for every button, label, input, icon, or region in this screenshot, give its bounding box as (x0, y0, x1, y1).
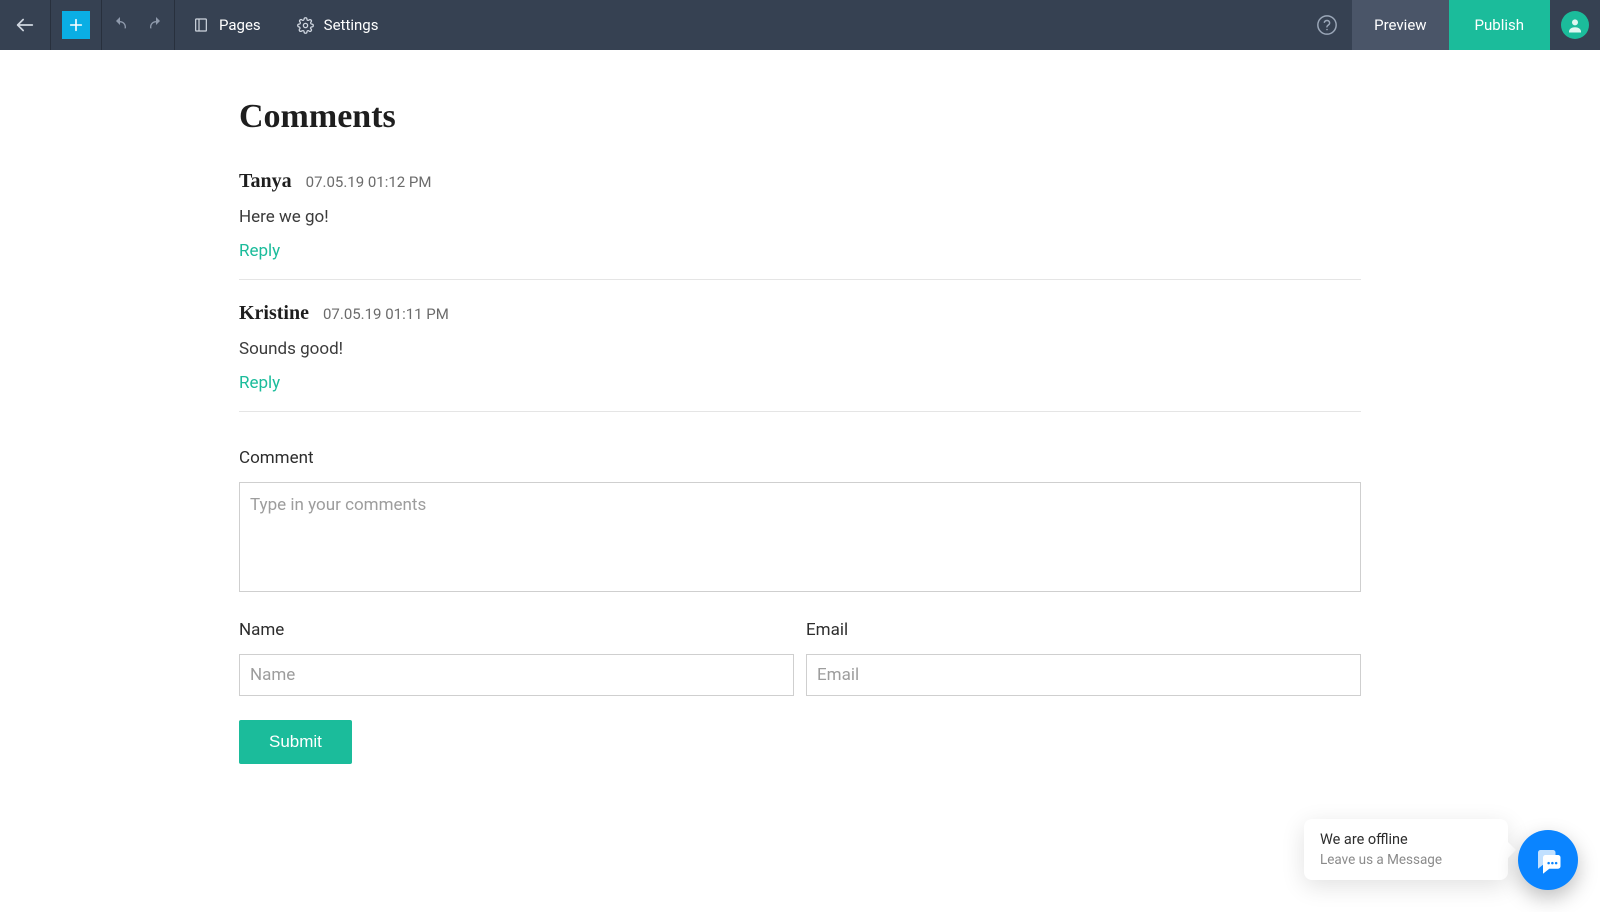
publish-button[interactable]: Publish (1449, 0, 1550, 50)
canvas: Comments Tanya 07.05.19 01:12 PM Here we… (0, 50, 1600, 912)
comment-date: 07.05.19 01:11 PM (323, 305, 449, 323)
submit-button[interactable]: Submit (239, 720, 352, 764)
topbar: Pages Settings Preview Publish (0, 0, 1600, 50)
chat-launcher[interactable] (1518, 830, 1578, 890)
help-icon (1316, 14, 1338, 36)
name-label: Name (239, 620, 794, 640)
gear-icon (297, 17, 314, 34)
comment-item: Tanya 07.05.19 01:12 PM Here we go! Repl… (239, 170, 1361, 280)
chat-offline-card[interactable]: We are offline Leave us a Message (1304, 819, 1508, 880)
pages-icon (193, 17, 209, 33)
preview-button[interactable]: Preview (1352, 0, 1448, 50)
comment-form: Comment Name Email Submit (239, 448, 1361, 764)
avatar-icon (1566, 16, 1584, 34)
comment-date: 07.05.19 01:12 PM (306, 173, 432, 191)
undo-icon (110, 15, 130, 35)
comment-body: Here we go! (239, 207, 1361, 227)
chat-title: We are offline (1320, 831, 1492, 848)
back-button[interactable] (0, 0, 50, 50)
pages-button[interactable]: Pages (175, 0, 279, 50)
spacer (396, 0, 1302, 50)
account-menu[interactable] (1550, 0, 1600, 50)
chat-icon (1533, 845, 1563, 875)
settings-label: Settings (324, 16, 379, 34)
email-input[interactable] (806, 654, 1361, 696)
page-title: Comments (239, 98, 1361, 136)
settings-button[interactable]: Settings (279, 0, 397, 50)
pages-label: Pages (219, 16, 261, 34)
publish-label: Publish (1475, 16, 1524, 34)
add-button[interactable] (51, 0, 101, 50)
comment-textarea[interactable] (239, 482, 1361, 592)
page-content: Comments Tanya 07.05.19 01:12 PM Here we… (239, 50, 1361, 824)
reply-link[interactable]: Reply (239, 373, 1361, 393)
comment-label: Comment (239, 448, 1361, 468)
comment-author: Tanya (239, 170, 292, 193)
comment-body: Sounds good! (239, 339, 1361, 359)
preview-label: Preview (1374, 16, 1426, 34)
comment-item: Kristine 07.05.19 01:11 PM Sounds good! … (239, 302, 1361, 412)
chat-subtitle: Leave us a Message (1320, 852, 1492, 868)
arrow-left-icon (14, 14, 36, 36)
redo-button[interactable] (138, 0, 174, 50)
help-button[interactable] (1302, 0, 1352, 50)
undo-button[interactable] (102, 0, 138, 50)
email-label: Email (806, 620, 1361, 640)
name-input[interactable] (239, 654, 794, 696)
plus-icon (68, 17, 84, 33)
comment-author: Kristine (239, 302, 309, 325)
redo-icon (146, 15, 166, 35)
reply-link[interactable]: Reply (239, 241, 1361, 261)
